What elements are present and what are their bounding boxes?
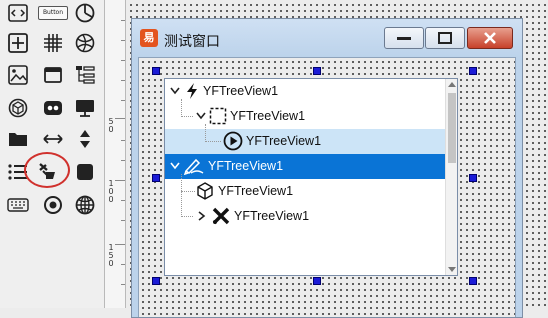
minimize-icon	[397, 37, 411, 40]
resize-handle-bottom-left[interactable]	[152, 277, 160, 285]
resize-handle-top-left[interactable]	[152, 67, 160, 75]
box-icon	[197, 182, 213, 200]
vertical-ruler: 50 100 150	[104, 0, 126, 308]
resize-handle-bottom[interactable]	[313, 277, 321, 285]
tree-node-label: YFTreeView1	[203, 84, 279, 98]
globe-grid-icon[interactable]	[72, 192, 98, 218]
tree-node[interactable]: YFTreeView1	[169, 79, 278, 103]
vertical-arrows-icon[interactable]	[72, 126, 98, 152]
tree-node[interactable]: YFTreeView1	[195, 104, 305, 128]
folder-icon[interactable]	[5, 126, 31, 152]
radio-icon[interactable]	[40, 192, 66, 218]
selected-tool-highlight	[24, 152, 70, 188]
cube-icon[interactable]	[5, 95, 31, 121]
grid-icon[interactable]	[40, 30, 66, 56]
window-icon[interactable]	[40, 62, 66, 88]
globe-icon[interactable]	[72, 30, 98, 56]
pen-icon	[183, 158, 204, 175]
resize-handle-top-right[interactable]	[469, 67, 477, 75]
square-icon[interactable]	[72, 159, 98, 185]
ruler-label-100: 100	[107, 180, 115, 204]
tree-node-label: YFTreeView1	[246, 134, 322, 148]
monitor-icon[interactable]	[72, 95, 98, 121]
list-tree-icon[interactable]	[72, 62, 98, 88]
tree-node-label: YFTreeView1	[218, 184, 294, 198]
vertical-scrollbar[interactable]	[445, 79, 457, 275]
tree-node-selected[interactable]: YFTreeView1	[169, 154, 283, 178]
close-icon	[484, 32, 496, 44]
ruler-label-150: 150	[107, 244, 115, 268]
expand-chevron-icon[interactable]	[169, 86, 181, 96]
resize-handle-bottom-right[interactable]	[469, 277, 477, 285]
resize-handle-top[interactable]	[313, 67, 321, 75]
keyboard-icon[interactable]	[5, 192, 31, 218]
scroll-up-arrow-icon[interactable]	[448, 82, 456, 87]
form-title: 测试窗口	[164, 33, 220, 49]
minimize-button[interactable]	[384, 27, 424, 49]
x-mark-icon	[212, 207, 230, 225]
horizontal-arrows-icon[interactable]	[40, 126, 66, 152]
pie-chart-icon[interactable]	[72, 0, 98, 26]
code-icon[interactable]	[5, 0, 31, 26]
dots-icon[interactable]	[40, 95, 66, 121]
image-icon[interactable]	[5, 62, 31, 88]
ruler-label-text: 50	[108, 117, 114, 134]
tree-node-label: YFTreeView1	[234, 209, 310, 223]
collapse-chevron-icon[interactable]	[197, 210, 207, 222]
dashed-square-icon	[209, 107, 227, 125]
maximize-icon	[438, 32, 452, 44]
tree-node-label: YFTreeView1	[230, 109, 306, 123]
scroll-thumb[interactable]	[448, 93, 456, 163]
tree-node-label: YFTreeView1	[208, 159, 284, 173]
ruler-label-text: 150	[108, 243, 114, 268]
toolbox-panel: Button	[0, 0, 104, 308]
ruler-label-50: 50	[107, 118, 115, 134]
lightning-icon	[187, 83, 197, 99]
close-button[interactable]	[467, 27, 513, 49]
tree-node[interactable]: YFTreeView1	[197, 204, 309, 228]
tree-node[interactable]: YFTreeView1	[223, 129, 321, 153]
ruler-label-text: 100	[108, 179, 114, 204]
resize-handle-left[interactable]	[152, 174, 160, 182]
app-icon: 易	[140, 29, 158, 47]
maximize-button[interactable]	[425, 27, 465, 49]
button-icon[interactable]: Button	[38, 0, 68, 26]
expand-chevron-icon[interactable]	[195, 111, 207, 121]
button-tool-label: Button	[38, 6, 68, 20]
expand-chevron-icon[interactable]	[169, 161, 181, 171]
tree-node[interactable]: YFTreeView1	[195, 179, 293, 203]
tree-view[interactable]: YFTreeView1 YFTreeView1 YFTreeView1 YFTr…	[164, 78, 458, 276]
scroll-down-arrow-icon[interactable]	[448, 267, 456, 272]
plus-box-icon[interactable]	[5, 30, 31, 56]
play-circle-icon	[223, 131, 243, 151]
resize-handle-right[interactable]	[469, 174, 477, 182]
